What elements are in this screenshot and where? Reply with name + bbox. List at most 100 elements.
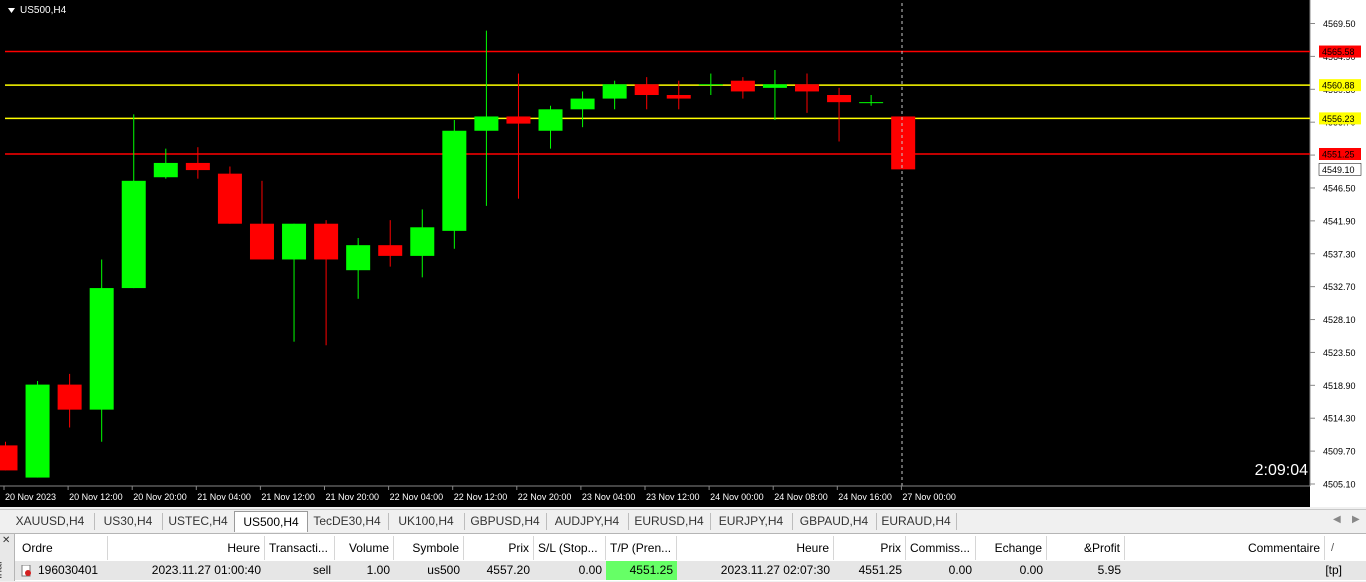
candle-body[interactable]	[506, 116, 531, 124]
candle-body[interactable]	[634, 84, 659, 96]
column-header[interactable]: &Profit	[1047, 536, 1125, 560]
time-tick-label: 23 Nov 04:00	[582, 492, 636, 502]
price-tick-label: 4537.30	[1323, 249, 1356, 259]
cell-profit: 5.95	[1097, 563, 1121, 577]
column-menu-icon[interactable]: /	[1331, 542, 1334, 554]
chart-tab[interactable]: AUDJPY,H4	[546, 513, 629, 530]
candle-body[interactable]	[410, 227, 435, 256]
column-header[interactable]: Prix	[464, 536, 534, 560]
price-tick-label: 4518.90	[1323, 381, 1356, 391]
current-price-label: 4549.10	[1322, 165, 1355, 175]
price-tick-label: 4505.10	[1323, 480, 1356, 490]
chart-tab[interactable]: EURUSD,H4	[628, 513, 711, 530]
cell-order: 196030401	[38, 563, 99, 577]
time-tick-label: 21 Nov 20:00	[326, 492, 380, 502]
chart-tab[interactable]: UK100,H4	[388, 513, 465, 530]
time-tick-label: 20 Nov 20:00	[133, 492, 187, 502]
price-tick-label: 4514.30	[1323, 414, 1356, 424]
bar-countdown: 2:09:04	[1255, 462, 1308, 479]
cell-tp: 4551.25	[606, 561, 677, 580]
column-header[interactable]: Commiss...	[906, 536, 976, 560]
chart-tab[interactable]: GBPAUD,H4	[792, 513, 877, 530]
candle-body[interactable]	[314, 223, 339, 260]
candle-body[interactable]	[730, 80, 755, 92]
price-tick-label: 4509.70	[1323, 447, 1356, 457]
candle-body[interactable]	[570, 98, 595, 110]
candle-body[interactable]	[795, 84, 819, 92]
candle-body[interactable]	[89, 288, 114, 410]
column-header[interactable]: Heure	[677, 536, 834, 560]
time-tick-label: 24 Nov 08:00	[774, 492, 828, 502]
cell-price-open: 4557.20	[486, 563, 530, 577]
chart-tab[interactable]: EURAUD,H4	[876, 513, 957, 530]
candle-body[interactable]	[378, 245, 403, 256]
chart-background	[0, 0, 1310, 507]
candle-body[interactable]	[442, 130, 467, 231]
column-header[interactable]: Echange	[976, 536, 1047, 560]
time-tick-label: 24 Nov 00:00	[710, 492, 764, 502]
candle-body[interactable]	[827, 95, 852, 103]
chart-tab[interactable]: US30,H4	[94, 513, 163, 530]
column-header[interactable]: Volume	[335, 536, 394, 560]
candle-body[interactable]	[346, 245, 371, 271]
chart-tab[interactable]: TecDE30,H4	[306, 513, 389, 530]
candle-body[interactable]	[538, 109, 563, 131]
level-tag-label: 4565.58	[1322, 47, 1355, 57]
chart-tab[interactable]: XAUUSD,H4	[6, 513, 95, 530]
candle-body[interactable]	[698, 84, 723, 86]
chart-tab[interactable]: USTEC,H4	[162, 513, 235, 530]
candle-body[interactable]	[121, 180, 146, 289]
terminal-vertical-label: inal	[0, 561, 5, 579]
cell-time-open: 2023.11.27 01:00:40	[151, 563, 261, 577]
column-header[interactable]: Prix	[834, 536, 906, 560]
column-header[interactable]: Commentaire	[1125, 536, 1325, 560]
candle-body[interactable]	[474, 116, 499, 131]
candle-body[interactable]	[666, 95, 691, 99]
level-tag-label: 4560.88	[1322, 81, 1355, 91]
time-tick-label: 21 Nov 04:00	[197, 492, 251, 502]
price-tick-label: 4569.50	[1323, 19, 1356, 29]
cell-comment: [tp]	[1325, 563, 1342, 577]
price-tick-label: 4523.50	[1323, 348, 1356, 358]
price-tick-label: 4532.70	[1323, 282, 1356, 292]
time-tick-label: 23 Nov 12:00	[646, 492, 700, 502]
candlestick-chart[interactable]: 4569.504564.904560.304555.704551.104546.…	[0, 0, 1366, 507]
column-header[interactable]: Heure	[108, 536, 265, 560]
chart-symbol-title: US500,H4	[20, 5, 67, 16]
column-header[interactable]: Ordre	[15, 536, 108, 560]
tabs-scroll-right-icon[interactable]: ▶	[1352, 514, 1360, 525]
terminal-close-icon[interactable]: ✕	[2, 535, 10, 546]
column-header[interactable]: Symbole	[394, 536, 464, 560]
candle-body[interactable]	[602, 84, 627, 99]
candle-body[interactable]	[57, 384, 82, 410]
candle-body[interactable]	[859, 102, 884, 104]
chart-tab[interactable]: US500,H4	[234, 511, 308, 532]
order-icon	[21, 564, 32, 577]
chart-tab[interactable]: EURJPY,H4	[710, 513, 793, 530]
time-tick-label: 22 Nov 04:00	[390, 492, 444, 502]
candle-body[interactable]	[185, 162, 210, 171]
candle-body[interactable]	[0, 445, 18, 471]
price-tick-label: 4528.10	[1323, 315, 1356, 325]
terminal-panel: ✕ inal Ordre Heure Transacti... Volume Symbo…	[0, 533, 1366, 581]
time-axis: 20 Nov 2023 20 Nov 12:00 20 Nov 20:00 21 No…	[0, 485, 1310, 507]
chart-tab[interactable]: GBPUSD,H4	[464, 513, 547, 530]
candle-body[interactable]	[891, 116, 916, 170]
price-tick-label: 4546.50	[1323, 183, 1356, 193]
candle-body[interactable]	[249, 223, 274, 260]
chart-area[interactable]: 4569.504564.904560.304555.704551.104546.…	[0, 0, 1366, 507]
time-tick-label: 21 Nov 12:00	[261, 492, 315, 502]
candle-body[interactable]	[762, 84, 787, 88]
candle-body[interactable]	[25, 384, 50, 478]
cell-sl: 0.00	[578, 563, 602, 577]
cell-commission: 0.00	[948, 563, 972, 577]
candle-body[interactable]	[282, 223, 307, 260]
candle-body[interactable]	[217, 173, 242, 224]
tabs-scroll-left-icon[interactable]: ◀	[1333, 514, 1341, 525]
time-tick-label: 24 Nov 16:00	[838, 492, 892, 502]
column-header[interactable]: T/P (Pren...	[606, 536, 677, 560]
column-header[interactable]: Transacti...	[265, 536, 335, 560]
time-tick-label: 22 Nov 12:00	[454, 492, 508, 502]
candle-body[interactable]	[153, 162, 178, 178]
column-header[interactable]: S/L (Stop...	[534, 536, 606, 560]
